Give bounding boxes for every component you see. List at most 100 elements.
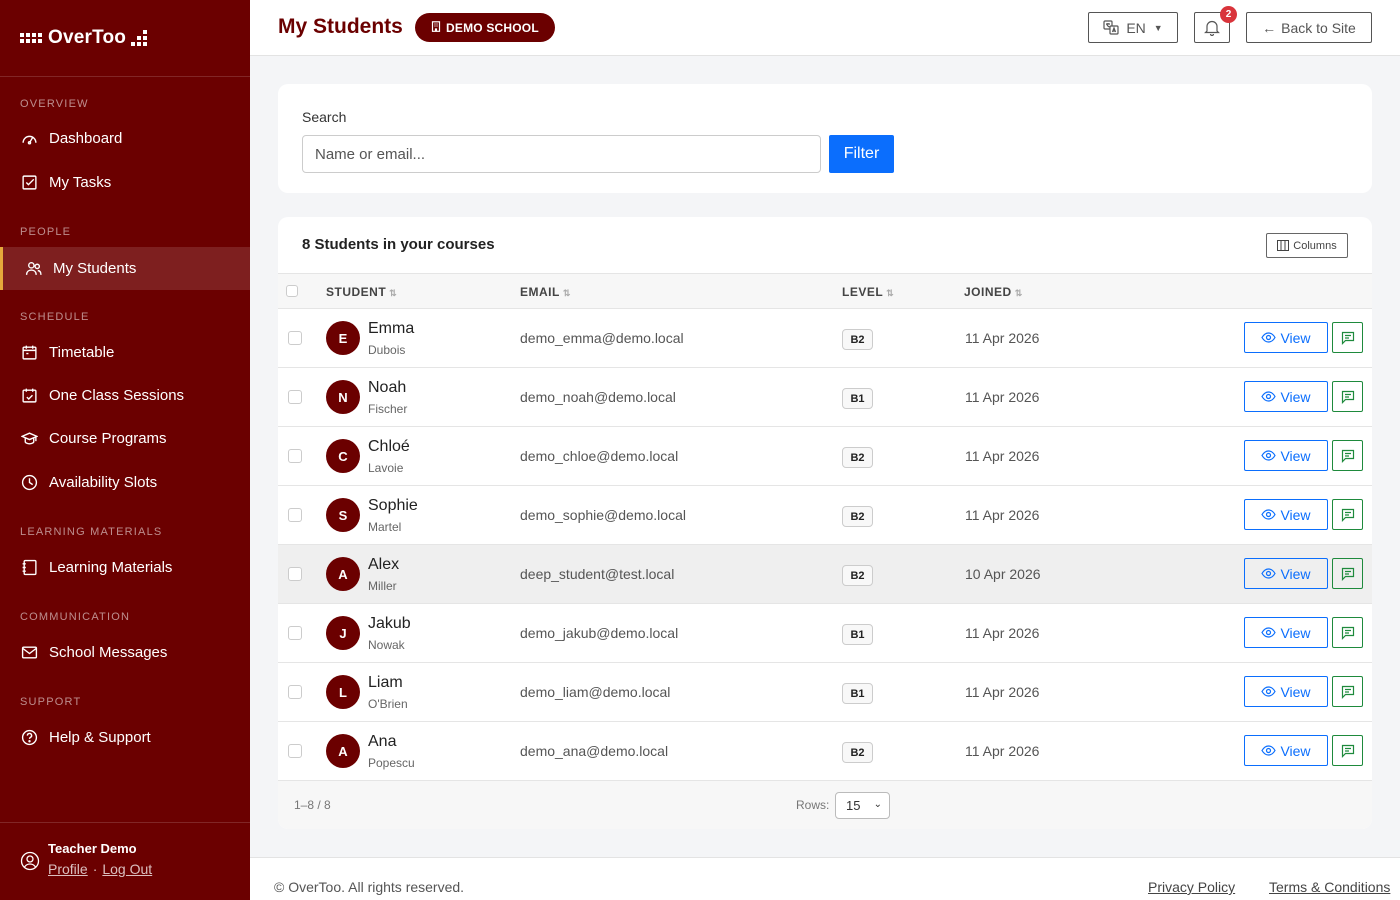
column-header-level[interactable]: LEVEL ⇅	[842, 285, 894, 299]
column-header-student[interactable]: STUDENT ⇅	[326, 285, 397, 299]
student-email: demo_jakub@demo.local	[520, 625, 679, 641]
chat-icon	[1341, 626, 1354, 640]
chat-icon	[1341, 685, 1354, 699]
sidebar-item-tasks[interactable]: My Tasks	[0, 161, 250, 204]
view-button[interactable]: View	[1244, 440, 1328, 471]
student-first-name: Liam	[368, 674, 403, 691]
search-input[interactable]	[302, 135, 821, 173]
eye-icon	[1261, 627, 1277, 638]
columns-icon	[1277, 240, 1290, 251]
student-last-name: Lavoie	[368, 461, 404, 475]
terms-link[interactable]: Terms & Conditions	[1269, 879, 1390, 895]
message-button[interactable]	[1332, 322, 1363, 353]
row-checkbox[interactable]	[288, 626, 302, 640]
sidebar-item-programs[interactable]: Course Programs	[0, 417, 250, 460]
gauge-icon	[20, 130, 38, 148]
avatar: A	[326, 557, 360, 591]
student-first-name: Ana	[368, 733, 397, 750]
sidebar-item-label: School Messages	[49, 644, 168, 661]
link-separator: ·	[92, 861, 98, 877]
student-last-name: Dubois	[368, 343, 406, 357]
column-header-email[interactable]: EMAIL ⇅	[520, 285, 571, 299]
language-selector[interactable]: EN ▼	[1088, 12, 1178, 43]
view-button[interactable]: View	[1244, 617, 1328, 648]
row-checkbox[interactable]	[288, 331, 302, 345]
eye-icon	[1261, 745, 1277, 756]
view-button[interactable]: View	[1244, 381, 1328, 412]
avatar: N	[326, 380, 360, 414]
table-row[interactable]: S Sophie Martel demo_sophie@demo.local B2 11 …	[278, 486, 1372, 545]
row-checkbox[interactable]	[288, 390, 302, 404]
column-header-joined[interactable]: JOINED ⇅	[964, 285, 1023, 299]
rows-per-page-select[interactable]: 15 ⌄	[835, 792, 890, 819]
pagination-range: 1–8 / 8	[294, 798, 331, 812]
avatar: J	[326, 616, 360, 650]
table-row[interactable]: E Emma Dubois demo_emma@demo.local B2 11 Apr …	[278, 309, 1372, 368]
privacy-policy-link[interactable]: Privacy Policy	[1148, 879, 1235, 895]
student-email: deep_student@test.local	[520, 566, 675, 582]
row-checkbox[interactable]	[288, 567, 302, 581]
row-checkbox[interactable]	[288, 508, 302, 522]
sidebar-item-students[interactable]: My Students	[0, 247, 250, 290]
row-checkbox[interactable]	[288, 685, 302, 699]
message-button[interactable]	[1332, 676, 1363, 707]
sidebar-item-materials[interactable]: Learning Materials	[0, 546, 250, 589]
student-last-name: Miller	[368, 579, 397, 593]
message-button[interactable]	[1332, 735, 1363, 766]
table-row[interactable]: J Jakub Nowak demo_jakub@demo.local B1 11 Apr…	[278, 604, 1372, 663]
sidebar-item-messages[interactable]: School Messages	[0, 631, 250, 674]
filter-button[interactable]: Filter	[829, 135, 894, 173]
back-to-site-button[interactable]: ← Back to Site	[1246, 12, 1372, 43]
select-all-checkbox[interactable]	[286, 285, 298, 297]
view-label: View	[1280, 329, 1311, 346]
envelope-icon	[20, 644, 38, 662]
translate-icon	[1103, 20, 1119, 35]
message-button[interactable]	[1332, 617, 1363, 648]
table-row[interactable]: N Noah Fischer demo_noah@demo.local B1 11 Apr…	[278, 368, 1372, 427]
people-icon	[24, 260, 42, 278]
search-label: Search	[302, 109, 347, 125]
message-button[interactable]	[1332, 558, 1363, 589]
message-button[interactable]	[1332, 381, 1363, 412]
student-last-name: Fischer	[368, 402, 408, 416]
calendar-check-icon	[20, 387, 38, 405]
avatar: E	[326, 321, 360, 355]
view-label: View	[1280, 565, 1311, 582]
row-checkbox[interactable]	[288, 744, 302, 758]
sidebar-item-label: Help & Support	[49, 729, 151, 746]
message-button[interactable]	[1332, 440, 1363, 471]
view-button[interactable]: View	[1244, 322, 1328, 353]
top-header: My Students DEMO SCHOOL EN ▼ 2 ← Back to…	[250, 0, 1400, 56]
table-row[interactable]: L Liam O'Brien demo_liam@demo.local B1 11 Apr…	[278, 663, 1372, 722]
column-header-label: JOINED	[964, 285, 1012, 299]
profile-link[interactable]: Profile	[48, 861, 88, 877]
sidebar-item-help[interactable]: Help & Support	[0, 716, 250, 759]
sidebar-item-dashboard[interactable]: Dashboard	[0, 117, 250, 160]
sidebar-user: Teacher Demo Profile · Log Out	[0, 822, 250, 900]
view-button[interactable]: View	[1244, 558, 1328, 589]
level-badge: B2	[842, 565, 873, 586]
sidebar-item-availability[interactable]: Availability Slots	[0, 461, 250, 504]
table-row[interactable]: A Ana Popescu demo_ana@demo.local B2 11 Apr 2…	[278, 722, 1372, 781]
brand-logo[interactable]: OverToo	[0, 0, 250, 77]
view-button[interactable]: View	[1244, 676, 1328, 707]
view-button[interactable]: View	[1244, 735, 1328, 766]
joined-date: 11 Apr 2026	[965, 448, 1040, 464]
copyright: © OverToo. All rights reserved.	[274, 879, 465, 895]
student-first-name: Alex	[368, 556, 400, 573]
sidebar-item-timetable[interactable]: Timetable	[0, 331, 250, 374]
view-button[interactable]: View	[1244, 499, 1328, 530]
nav-section-people: PEOPLE	[20, 226, 72, 238]
eye-icon	[1261, 509, 1277, 520]
message-button[interactable]	[1332, 499, 1363, 530]
table-row[interactable]: A Alex Miller deep_student@test.local B2 10 A…	[278, 545, 1372, 604]
row-checkbox[interactable]	[288, 449, 302, 463]
table-row[interactable]: C Chloé Lavoie demo_chloe@demo.local B2 11 Ap…	[278, 427, 1372, 486]
columns-button[interactable]: Columns	[1266, 233, 1348, 258]
student-email: demo_emma@demo.local	[520, 330, 684, 346]
chat-icon	[1341, 508, 1354, 522]
logout-link[interactable]: Log Out	[102, 861, 152, 877]
sidebar-item-one-class[interactable]: One Class Sessions	[0, 374, 250, 417]
level-badge: B2	[842, 329, 873, 350]
language-label: EN	[1126, 19, 1146, 36]
